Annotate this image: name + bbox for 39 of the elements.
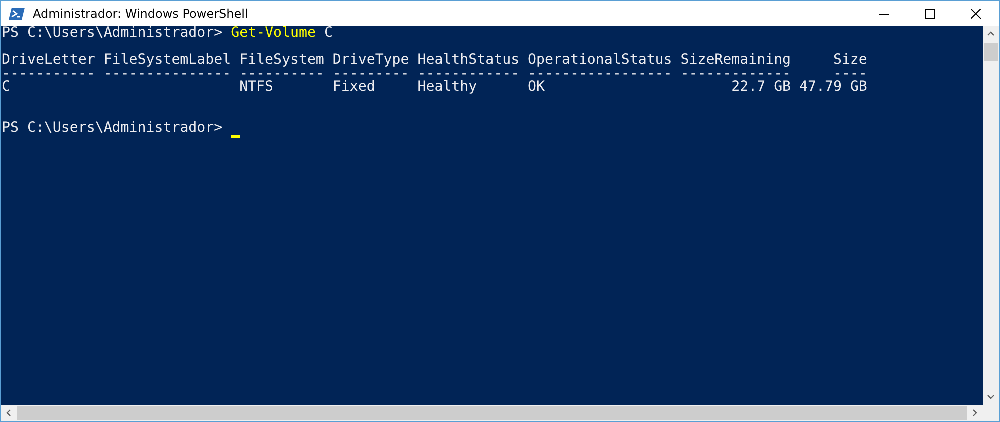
scrollbar-thumb[interactable] xyxy=(17,406,967,420)
header-rule: ----------- xyxy=(2,68,96,81)
column-header: HealthStatus xyxy=(418,54,520,68)
column-header: Size xyxy=(833,54,868,68)
command-name: Get-Volume xyxy=(231,27,316,40)
scrollbar-thumb[interactable] xyxy=(984,43,998,61)
table-cell: NTFS xyxy=(240,81,274,94)
header-rule: --------- xyxy=(332,68,410,81)
powershell-icon xyxy=(9,6,25,20)
close-icon xyxy=(971,8,981,18)
table-cell: 47.79 GB xyxy=(800,81,868,94)
maximize-icon xyxy=(925,8,935,18)
scroll-left-icon[interactable] xyxy=(5,409,13,417)
column-header: FileSystemLabel xyxy=(104,54,232,68)
scroll-right-icon[interactable] xyxy=(971,409,979,417)
header-rule: --------------- xyxy=(104,68,232,81)
column-header: FileSystem xyxy=(240,54,324,68)
table-cell: 22.7 GB xyxy=(732,81,792,94)
table-cell: Healthy xyxy=(418,81,478,94)
vertical-scrollbar[interactable] xyxy=(983,26,999,405)
command-argument: C xyxy=(324,27,333,40)
window-title: Administrador: Windows PowerShell xyxy=(33,6,250,20)
header-rule: ------------ xyxy=(418,68,520,81)
column-header: OperationalStatus xyxy=(528,54,672,68)
column-header: SizeRemaining xyxy=(680,54,792,68)
header-rule: ----------------- xyxy=(528,68,672,81)
horizontal-scrollbar[interactable] xyxy=(1,405,999,421)
table-cell: OK xyxy=(528,81,546,94)
prompt-text: PS C:\Users\Administrador> xyxy=(2,27,223,40)
scroll-down-icon[interactable] xyxy=(987,393,995,401)
header-rule: ---------- xyxy=(240,68,324,81)
header-rule: ------------- xyxy=(680,68,792,81)
prompt-text: PS C:\Users\Administrador> xyxy=(2,122,223,135)
scroll-up-icon[interactable] xyxy=(987,30,995,38)
table-cell: Fixed xyxy=(332,81,376,94)
column-header: DriveType xyxy=(332,54,410,68)
table-cell: C xyxy=(2,81,10,94)
header-rule: ---- xyxy=(833,68,868,81)
column-header: DriveLetter xyxy=(2,54,96,68)
